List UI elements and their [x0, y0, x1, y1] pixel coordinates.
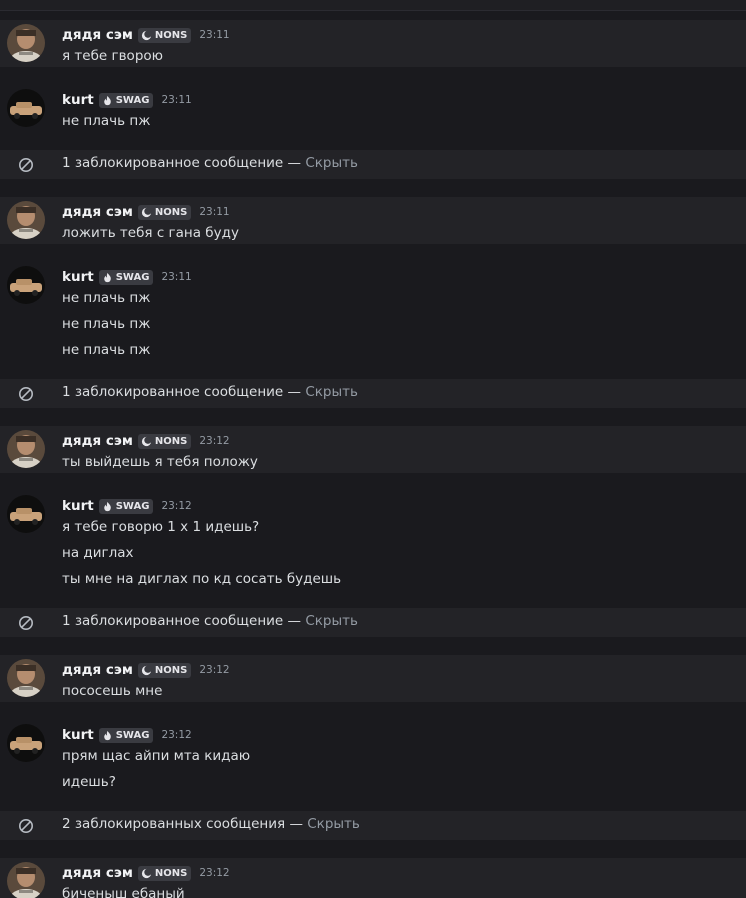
- separator: —: [287, 613, 306, 629]
- flame-icon: [102, 501, 113, 512]
- moon-icon: [141, 665, 152, 676]
- hide-blocked-link[interactable]: Скрыть: [307, 816, 360, 832]
- moon-icon: [141, 30, 152, 41]
- avatar[interactable]: [7, 495, 45, 533]
- timestamp[interactable]: 23:12: [199, 435, 229, 447]
- blocked-messages-row: 1 заблокированное сообщение — Скрыть: [0, 608, 746, 637]
- guild-tag[interactable]: SWAG: [98, 727, 154, 743]
- username[interactable]: kurt: [62, 269, 94, 285]
- moon-icon: [141, 868, 152, 879]
- timestamp[interactable]: 23:12: [161, 729, 191, 741]
- blocked-messages-row: 1 заблокированное сообщение — Скрыть: [0, 150, 746, 179]
- message-group: kurt SWAG 23:11 не плачь пж не плачь пж …: [0, 262, 746, 372]
- guild-tag[interactable]: SWAG: [98, 498, 154, 514]
- message-group: kurt SWAG 23:12 я тебе говорю 1 х 1 идеш…: [0, 491, 746, 601]
- timestamp[interactable]: 23:12: [161, 500, 191, 512]
- message-text: ты мне на диглах по кд сосать будешь: [62, 571, 342, 587]
- tag-label: NONS: [154, 867, 188, 879]
- guild-tag[interactable]: SWAG: [98, 269, 154, 285]
- message-text: на диглах: [62, 545, 134, 561]
- message-text: пососешь мне: [62, 683, 163, 699]
- avatar[interactable]: [7, 89, 45, 127]
- tag-label: SWAG: [115, 729, 150, 741]
- moon-icon: [141, 436, 152, 447]
- tag-label: NONS: [154, 664, 188, 676]
- blocked-count-text: 1 заблокированное сообщение: [62, 613, 284, 629]
- guild-tag[interactable]: NONS: [137, 433, 192, 449]
- message-group: дядя сэм NONS 23:11 я тебе гворою: [0, 20, 746, 67]
- avatar[interactable]: [7, 24, 45, 62]
- flame-icon: [102, 272, 113, 283]
- separator: —: [287, 155, 306, 171]
- guild-tag[interactable]: SWAG: [98, 92, 154, 108]
- message-text: не плачь пж: [62, 113, 151, 129]
- guild-tag[interactable]: NONS: [137, 662, 192, 678]
- blocked-count-text: 1 заблокированное сообщение: [62, 155, 284, 171]
- message-text: я тебе говорю 1 х 1 идешь?: [62, 519, 260, 535]
- timestamp[interactable]: 23:12: [199, 867, 229, 879]
- blocked-icon: [18, 386, 34, 402]
- flame-icon: [102, 95, 113, 106]
- timestamp[interactable]: 23:11: [199, 29, 229, 41]
- username[interactable]: дядя сэм: [62, 865, 133, 881]
- avatar[interactable]: [7, 266, 45, 304]
- message-text: ложить тебя с гана буду: [62, 225, 239, 241]
- blocked-count-text: 2 заблокированных сообщения: [62, 816, 286, 832]
- tag-label: SWAG: [115, 94, 150, 106]
- hide-blocked-link[interactable]: Скрыть: [305, 155, 358, 171]
- username[interactable]: kurt: [62, 727, 94, 743]
- timestamp[interactable]: 23:11: [161, 271, 191, 283]
- message-text: идешь?: [62, 774, 116, 790]
- username[interactable]: kurt: [62, 498, 94, 514]
- message-group: дядя сэм NONS 23:11 ложить тебя с гана б…: [0, 197, 746, 244]
- message-text: ты выйдешь я тебя положу: [62, 454, 258, 470]
- username[interactable]: kurt: [62, 92, 94, 108]
- timestamp[interactable]: 23:12: [199, 664, 229, 676]
- guild-tag[interactable]: NONS: [137, 27, 192, 43]
- username[interactable]: дядя сэм: [62, 662, 133, 678]
- avatar[interactable]: [7, 862, 45, 898]
- blocked-messages-row: 2 заблокированных сообщения — Скрыть: [0, 811, 746, 840]
- message-text: я тебе гворою: [62, 48, 164, 64]
- avatar[interactable]: [7, 659, 45, 697]
- message-text: не плачь пж: [62, 316, 151, 332]
- timestamp[interactable]: 23:11: [199, 206, 229, 218]
- tag-label: SWAG: [115, 500, 150, 512]
- blocked-icon: [18, 818, 34, 834]
- avatar[interactable]: [7, 724, 45, 762]
- hide-blocked-link[interactable]: Скрыть: [305, 384, 358, 400]
- tag-label: NONS: [154, 29, 188, 41]
- message-group: дядя сэм NONS 23:12 биченыш ебаный: [0, 858, 746, 898]
- moon-icon: [141, 207, 152, 218]
- avatar[interactable]: [7, 201, 45, 239]
- guild-tag[interactable]: NONS: [137, 204, 192, 220]
- message-group: kurt SWAG 23:12 прям щас айпи мта кидаю …: [0, 720, 746, 806]
- guild-tag[interactable]: NONS: [137, 865, 192, 881]
- tag-label: NONS: [154, 435, 188, 447]
- tag-label: SWAG: [115, 271, 150, 283]
- message-group: kurt SWAG 23:11 не плачь пж: [0, 85, 746, 145]
- blocked-count-text: 1 заблокированное сообщение: [62, 384, 284, 400]
- message-text: не плачь пж: [62, 342, 151, 358]
- message-text: не плачь пж: [62, 290, 151, 306]
- separator: —: [289, 816, 308, 832]
- message-group: дядя сэм NONS 23:12 ты выйдешь я тебя по…: [0, 426, 746, 473]
- separator: —: [287, 384, 306, 400]
- timestamp[interactable]: 23:11: [161, 94, 191, 106]
- chat-log: дядя сэм NONS 23:11 я тебе гворою kurt S…: [0, 0, 746, 898]
- message-text: биченыш ебаный: [62, 886, 185, 898]
- message-group: дядя сэм NONS 23:12 пососешь мне: [0, 655, 746, 702]
- avatar[interactable]: [7, 430, 45, 468]
- username[interactable]: дядя сэм: [62, 433, 133, 449]
- username[interactable]: дядя сэм: [62, 204, 133, 220]
- blocked-icon: [18, 615, 34, 631]
- hide-blocked-link[interactable]: Скрыть: [305, 613, 358, 629]
- username[interactable]: дядя сэм: [62, 27, 133, 43]
- blocked-icon: [18, 157, 34, 173]
- blocked-messages-row: 1 заблокированное сообщение — Скрыть: [0, 379, 746, 408]
- top-divider: [0, 0, 746, 11]
- tag-label: NONS: [154, 206, 188, 218]
- flame-icon: [102, 730, 113, 741]
- message-text: прям щас айпи мта кидаю: [62, 748, 251, 764]
